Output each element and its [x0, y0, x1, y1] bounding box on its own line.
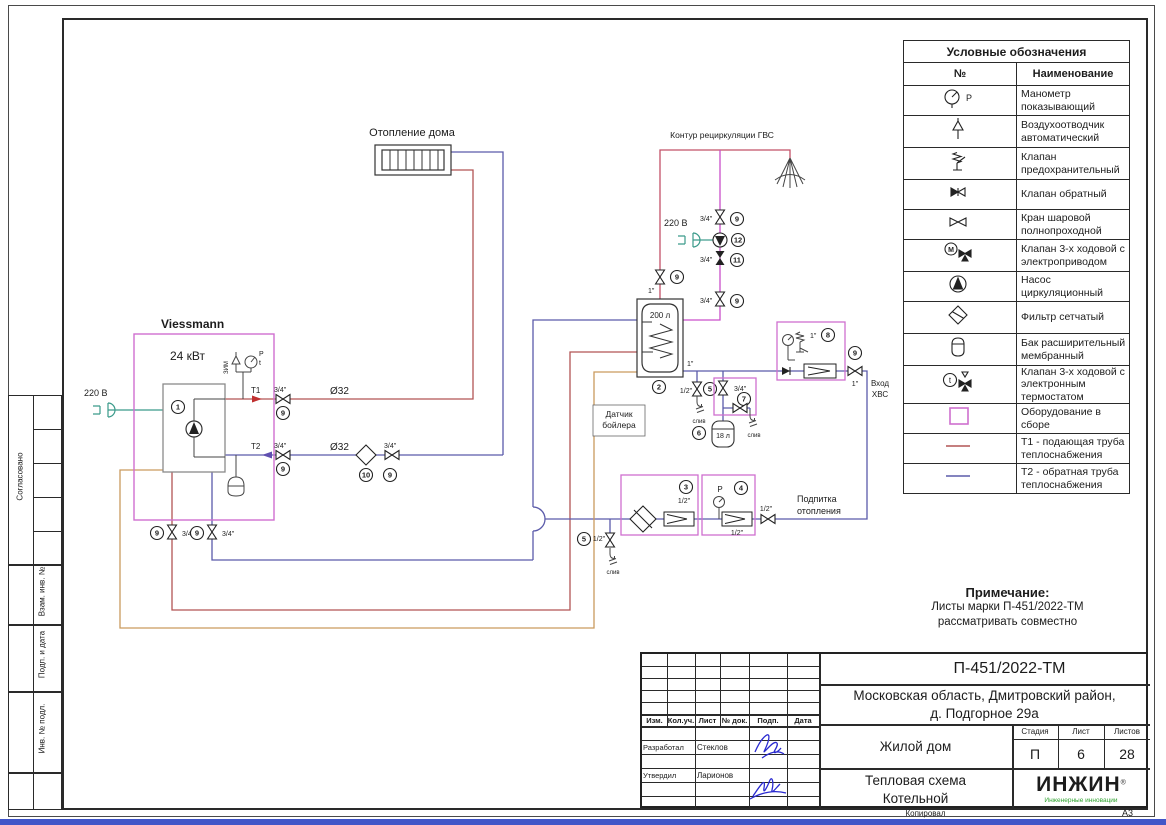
legend-table: Условные обозначения № Наименование Р Ма…: [903, 40, 1130, 495]
note-line1: Листы марки П-451/2022-ТМ: [931, 601, 1084, 613]
title-block: Изм. Кол.уч. Лист № док. Подп. Дата Разр…: [640, 652, 1150, 810]
window-bottom-edge: [0, 819, 1166, 825]
svg-text:М: М: [948, 247, 954, 254]
legend-col-no: №: [903, 62, 1017, 86]
stamp-col-date: Дата: [794, 715, 812, 725]
ball-valve-icon: [949, 217, 967, 227]
circulation-pump-icon: [949, 275, 967, 293]
stamp-role-developed: Разработал: [643, 742, 684, 752]
stamp-col-list: Лист: [698, 715, 717, 725]
expansion-tank-icon: [951, 337, 965, 357]
three-way-motor-valve-icon: М: [944, 242, 972, 262]
company-logo: ИНЖИН® Инженерные инновации: [1012, 768, 1150, 810]
stamp-role-approved: Утвердил: [643, 770, 677, 780]
stamp-stage-value: П: [1029, 745, 1041, 762]
stamp-name-developed: Стеклов: [697, 742, 728, 752]
stamp-col-kol: Кол.уч.: [667, 715, 695, 725]
side-stamp-vzam-box: [8, 565, 62, 625]
stamp-name-approved: Ларионов: [697, 770, 734, 780]
t1-line-icon: [946, 445, 970, 447]
logo-registered-mark: ®: [1120, 779, 1126, 787]
note-block: Примечание: Листы марки П-451/2022-ТМ ра…: [895, 585, 1120, 630]
side-label-inv-orig: Инв. № подл.: [37, 703, 47, 754]
pressure-gauge-icon: Р: [944, 89, 972, 108]
legend-col-name: Наименование: [1016, 62, 1130, 86]
stamp-col-doc: № док.: [721, 715, 748, 725]
side-stamp-inv-box: [8, 692, 62, 773]
svg-text:Р: Р: [966, 93, 972, 103]
air-vent-icon: [952, 118, 964, 139]
format-label: А3: [1122, 808, 1134, 818]
side-label-agreed: Согласовано: [15, 452, 25, 501]
stamp-sheet-label: Лист: [1072, 727, 1090, 736]
strainer-filter-icon: [948, 305, 968, 325]
svg-text:t: t: [949, 376, 952, 385]
logo-tagline: Инженерные инновации: [1044, 797, 1118, 804]
stamp-stage-label: Стадия: [1021, 727, 1049, 736]
stamp-sheet-value: 6: [1077, 745, 1085, 762]
stamp-drawing-title2: Котельной: [882, 790, 949, 806]
three-way-thermostat-valve-icon: t: [942, 371, 972, 392]
logo-text: ИНЖИН: [1036, 773, 1121, 796]
safety-valve-icon: [951, 151, 966, 171]
note-line2: рассматривать совместно: [937, 615, 1078, 628]
stamp-doc-number: П-451/2022-ТМ: [953, 660, 1066, 677]
legend-title: Условные обозначения: [903, 40, 1130, 63]
legend-row-name: Манометр показывающий: [1016, 85, 1130, 116]
stamp-location-line2: д. Подгорное 29а: [930, 705, 1039, 721]
drawing-sheet: Согласовано Взам. инв. № Подп. и дата Ин…: [0, 0, 1166, 825]
stamp-col-sign: Подп.: [757, 715, 779, 725]
note-title: Примечание:: [965, 585, 1050, 600]
side-stamp-empty-box: [8, 773, 62, 810]
assembled-equipment-icon: [949, 407, 969, 425]
stamp-sheets-value: 28: [1119, 745, 1135, 762]
stamp-object-name: Жилой дом: [879, 738, 952, 754]
copied-label: Копировал: [905, 809, 946, 818]
stamp-sheets-label: Листов: [1114, 727, 1140, 736]
stamp-drawing-title1: Тепловая схема: [864, 772, 967, 788]
stamp-col-izm: Изм.: [646, 715, 663, 725]
side-stamp-signdate-box: [8, 625, 62, 692]
check-valve-icon: [950, 187, 966, 197]
t2-line-icon: [946, 475, 970, 477]
